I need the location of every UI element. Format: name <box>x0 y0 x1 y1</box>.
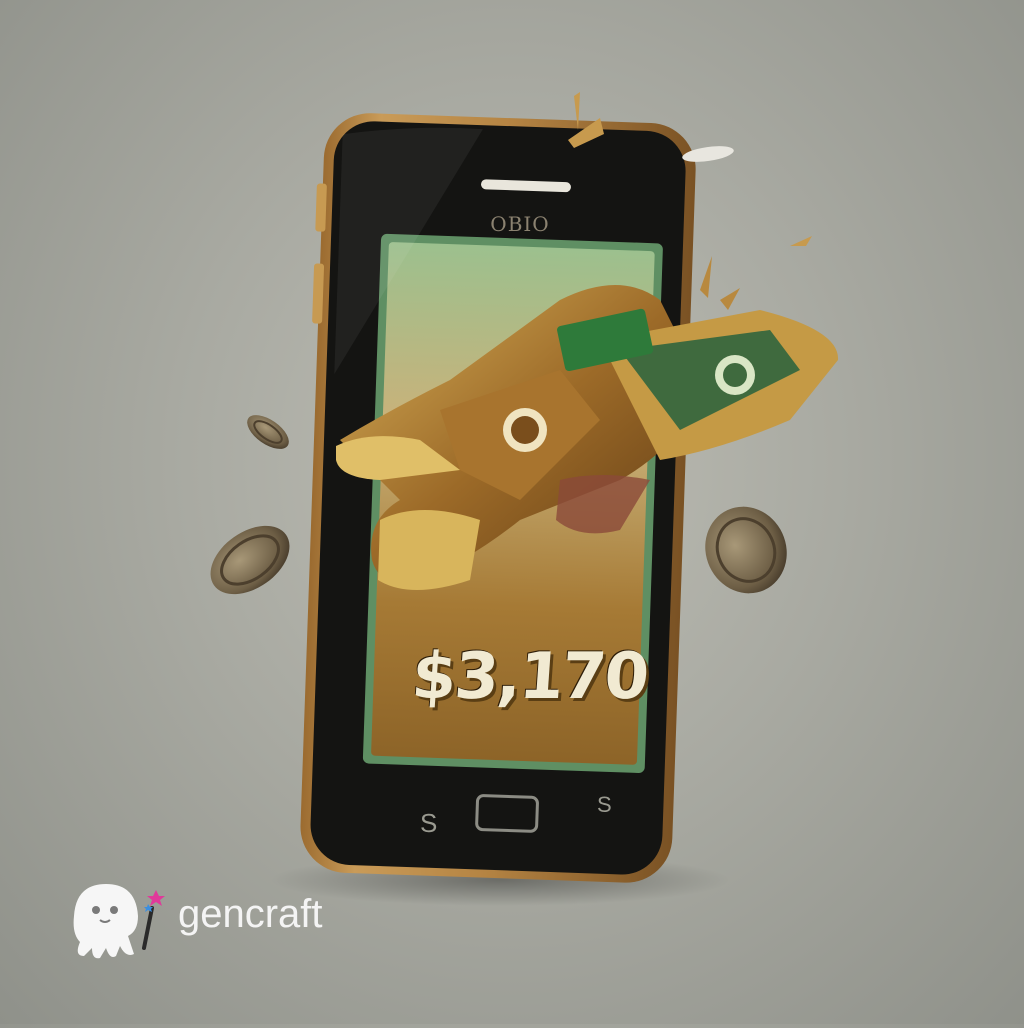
screen-amount-text: $3,170 <box>409 640 650 714</box>
coin-right-large <box>705 506 787 594</box>
phone-nav-left-label: S <box>420 808 438 838</box>
coin-left-small <box>247 415 289 449</box>
phone-brand-label: OBIO <box>490 212 550 236</box>
gencraft-watermark: gencraft <box>66 876 366 966</box>
scene: OBIO $3,170 S S gencraft <box>0 0 1024 1024</box>
phone-illustration <box>210 92 839 906</box>
phone-nav-right-label: S <box>597 792 612 817</box>
octopus-logo-icon <box>73 884 165 959</box>
coin-left-large <box>210 525 290 595</box>
gencraft-wordmark: gencraft <box>178 892 323 936</box>
